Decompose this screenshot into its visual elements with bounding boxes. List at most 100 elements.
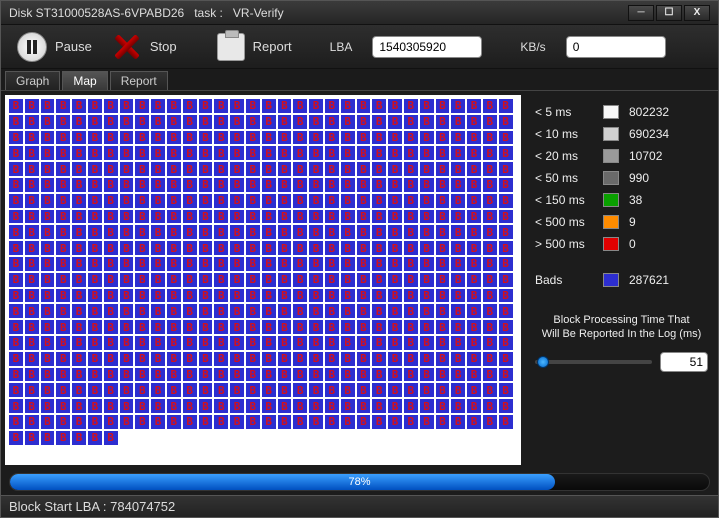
block-cell bbox=[308, 145, 324, 161]
block-cell bbox=[229, 98, 245, 114]
block-cell bbox=[103, 193, 119, 209]
block-cell bbox=[103, 177, 119, 193]
block-cell bbox=[324, 335, 340, 351]
block-cell bbox=[55, 209, 71, 225]
tab-report[interactable]: Report bbox=[110, 71, 168, 90]
block-cell bbox=[55, 193, 71, 209]
block-cell bbox=[213, 130, 229, 146]
block-cell bbox=[340, 177, 356, 193]
block-cell bbox=[213, 224, 229, 240]
block-cell bbox=[71, 209, 87, 225]
legend-label: < 20 ms bbox=[535, 149, 593, 163]
content: < 5 ms802232< 10 ms690234< 20 ms10702< 5… bbox=[1, 90, 718, 469]
block-cell bbox=[466, 335, 482, 351]
report-button[interactable]: Report bbox=[217, 33, 292, 61]
block-cell bbox=[308, 398, 324, 414]
block-cell bbox=[482, 335, 498, 351]
tab-graph[interactable]: Graph bbox=[5, 71, 60, 90]
block-cell bbox=[356, 335, 372, 351]
block-cell bbox=[213, 272, 229, 288]
block-cell bbox=[150, 335, 166, 351]
block-cell bbox=[435, 414, 451, 430]
block-cell bbox=[245, 288, 261, 304]
block-cell bbox=[340, 114, 356, 130]
minimize-button[interactable]: ─ bbox=[628, 5, 654, 21]
block-cell bbox=[24, 351, 40, 367]
block-cell bbox=[150, 209, 166, 225]
block-cell bbox=[71, 256, 87, 272]
block-cell bbox=[324, 398, 340, 414]
maximize-button[interactable]: ☐ bbox=[656, 5, 682, 21]
block-cell bbox=[103, 382, 119, 398]
block-cell bbox=[103, 98, 119, 114]
threshold-slider[interactable] bbox=[535, 360, 652, 364]
block-cell bbox=[419, 335, 435, 351]
close-button[interactable]: X bbox=[684, 5, 710, 21]
block-cell bbox=[229, 130, 245, 146]
block-cell bbox=[482, 351, 498, 367]
threshold-value[interactable] bbox=[660, 352, 708, 372]
block-cell bbox=[134, 382, 150, 398]
block-cell bbox=[340, 98, 356, 114]
block-cell bbox=[119, 351, 135, 367]
block-cell bbox=[277, 335, 293, 351]
block-cell bbox=[8, 319, 24, 335]
block-cell bbox=[419, 319, 435, 335]
block-cell bbox=[166, 209, 182, 225]
block-cell bbox=[403, 193, 419, 209]
lba-input[interactable] bbox=[372, 36, 482, 58]
block-cell bbox=[40, 398, 56, 414]
stop-button[interactable]: Stop bbox=[112, 32, 177, 62]
block-cell bbox=[403, 382, 419, 398]
block-cell bbox=[87, 177, 103, 193]
block-cell bbox=[324, 272, 340, 288]
block-cell bbox=[261, 161, 277, 177]
block-cell bbox=[198, 382, 214, 398]
block-cell bbox=[198, 288, 214, 304]
block-cell bbox=[87, 193, 103, 209]
kbs-input[interactable] bbox=[566, 36, 666, 58]
tab-map[interactable]: Map bbox=[62, 71, 107, 90]
block-cell bbox=[40, 288, 56, 304]
block-cell bbox=[356, 177, 372, 193]
block-cell bbox=[119, 114, 135, 130]
block-cell bbox=[308, 256, 324, 272]
legend-count: 0 bbox=[629, 237, 636, 251]
pause-button[interactable]: Pause bbox=[17, 32, 92, 62]
block-cell bbox=[24, 224, 40, 240]
block-cell bbox=[8, 335, 24, 351]
block-cell bbox=[308, 303, 324, 319]
block-cell bbox=[198, 398, 214, 414]
block-cell bbox=[466, 288, 482, 304]
block-cell bbox=[498, 177, 514, 193]
block-cell bbox=[119, 398, 135, 414]
legend-count: 38 bbox=[629, 193, 642, 207]
block-cell bbox=[182, 130, 198, 146]
pause-icon bbox=[17, 32, 47, 62]
block-cell bbox=[166, 367, 182, 383]
legend-row: < 150 ms38 bbox=[535, 189, 708, 211]
block-cell bbox=[134, 414, 150, 430]
block-cell bbox=[40, 145, 56, 161]
block-cell bbox=[213, 303, 229, 319]
block-cell bbox=[435, 256, 451, 272]
block-cell bbox=[292, 256, 308, 272]
block-cell bbox=[387, 98, 403, 114]
slider-thumb[interactable] bbox=[537, 356, 549, 368]
block-cell bbox=[277, 351, 293, 367]
block-cell bbox=[150, 240, 166, 256]
block-cell bbox=[134, 351, 150, 367]
block-cell bbox=[277, 319, 293, 335]
block-cell bbox=[71, 130, 87, 146]
block-cell bbox=[182, 272, 198, 288]
block-cell bbox=[87, 224, 103, 240]
lba-label: LBA bbox=[330, 40, 353, 54]
block-cell bbox=[182, 398, 198, 414]
block-cell bbox=[213, 319, 229, 335]
block-cell bbox=[482, 193, 498, 209]
block-cell bbox=[229, 145, 245, 161]
block-cell bbox=[466, 177, 482, 193]
block-cell bbox=[8, 303, 24, 319]
block-cell bbox=[403, 114, 419, 130]
block-cell bbox=[55, 303, 71, 319]
